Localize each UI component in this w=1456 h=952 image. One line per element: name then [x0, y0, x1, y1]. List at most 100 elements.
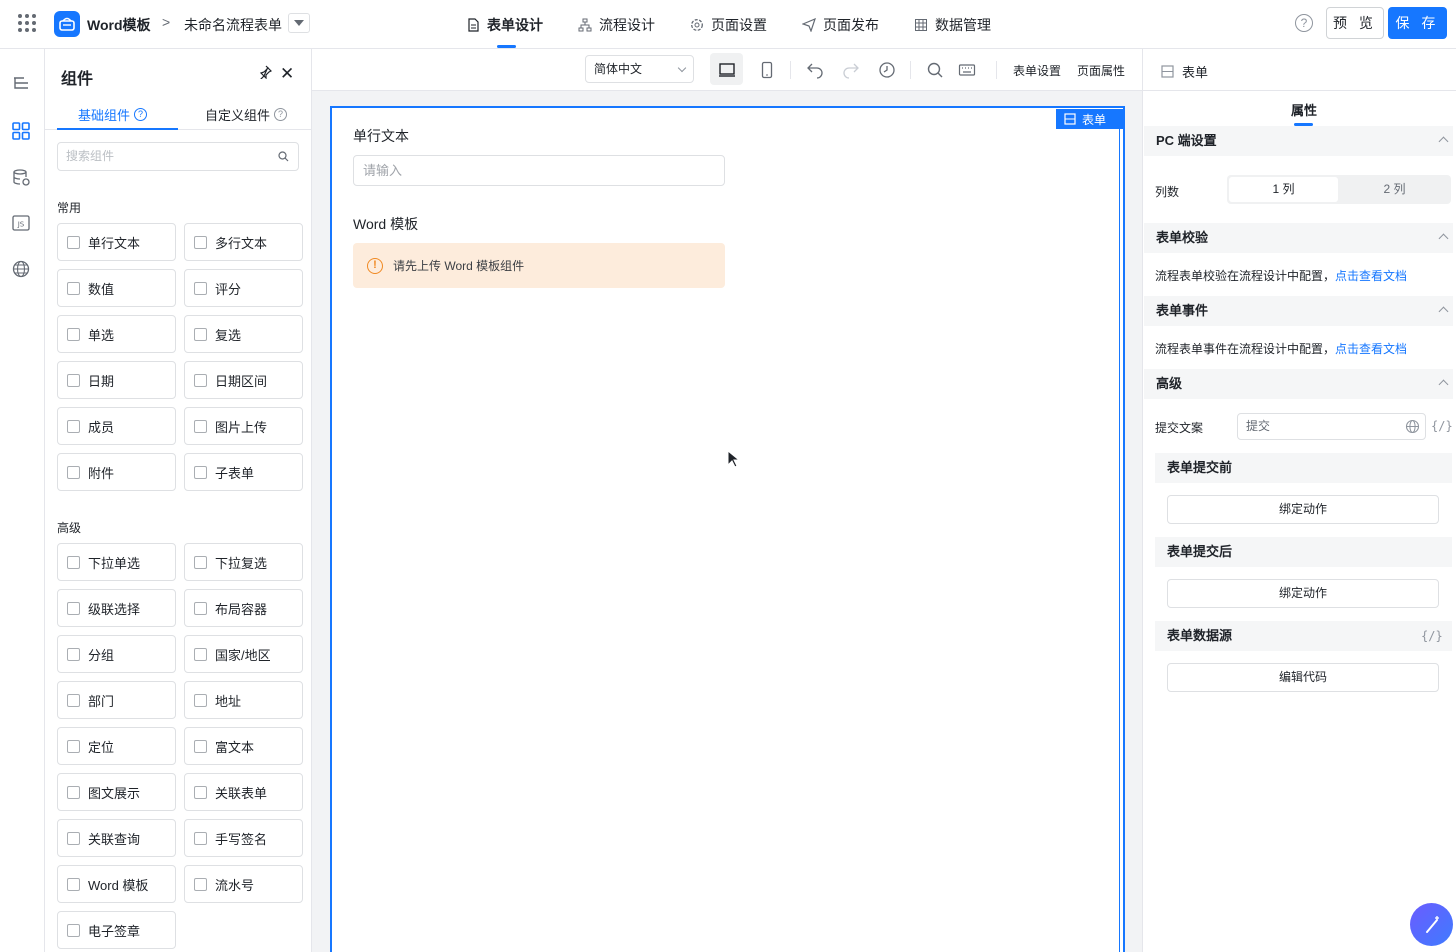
component-item[interactable]: 下拉复选 — [184, 543, 303, 581]
tab-data-management[interactable]: 数据管理 — [914, 15, 991, 35]
column-1-option[interactable]: 1 列 — [1229, 177, 1338, 202]
tab-page-settings[interactable]: 页面设置 — [690, 15, 767, 35]
tab-basic-components[interactable]: 基础组件? — [78, 105, 148, 124]
globe-icon[interactable] — [11, 259, 31, 279]
single-text-input[interactable]: 请输入 — [353, 155, 725, 186]
component-item[interactable]: 下拉单选 — [57, 543, 176, 581]
component-item[interactable]: 图片上传 — [184, 407, 303, 445]
submit-text-value: 提交 — [1246, 419, 1271, 433]
code-binding-icon[interactable]: {/} — [1431, 419, 1453, 433]
save-button[interactable]: 保 存 — [1388, 7, 1447, 39]
section-advanced[interactable]: 高级 — [1144, 369, 1453, 399]
outline-tree-icon[interactable] — [11, 74, 31, 94]
component-label: 流水号 — [215, 877, 255, 893]
section-form-validation[interactable]: 表单校验 — [1144, 223, 1453, 253]
component-item[interactable]: Word 模板 — [57, 865, 176, 903]
component-label: 单行文本 — [88, 235, 141, 251]
form-dropdown-button[interactable] — [288, 13, 310, 33]
bind-action-before-button[interactable]: 绑定动作 — [1167, 495, 1439, 524]
redo-icon[interactable] — [842, 61, 860, 79]
header-label: 表单 — [1182, 65, 1209, 80]
component-icon — [67, 785, 80, 799]
component-item[interactable]: 子表单 — [184, 453, 303, 491]
table-icon — [915, 19, 927, 31]
tab-form-design[interactable]: 表单设计 — [466, 15, 543, 35]
globe-icon[interactable] — [1405, 419, 1420, 434]
js-icon[interactable]: JS — [11, 213, 31, 233]
component-item[interactable]: 手写签名 — [184, 819, 303, 857]
component-item[interactable]: 日期区间 — [184, 361, 303, 399]
help-icon: ? — [134, 108, 148, 121]
tab-custom-components[interactable]: 自定义组件? — [205, 105, 288, 124]
component-item[interactable]: 成员 — [57, 407, 176, 445]
form-settings-button[interactable]: 表单设置 — [1013, 62, 1061, 79]
badge-label: 表单 — [1082, 112, 1107, 127]
component-item[interactable]: 分组 — [57, 635, 176, 673]
bind-action-after-button[interactable]: 绑定动作 — [1167, 579, 1439, 608]
component-item[interactable]: 定位 — [57, 727, 176, 765]
validation-doc-link[interactable]: 点击查看文档 — [1335, 269, 1407, 283]
close-icon[interactable]: ✕ — [280, 64, 294, 84]
form-canvas[interactable] — [330, 106, 1125, 952]
word-template-warning[interactable]: ! 请先上传 Word 模板组件 — [353, 243, 725, 288]
before-submit-header: 表单提交前 — [1155, 453, 1452, 483]
language-select[interactable]: 简体中文 — [585, 55, 694, 83]
submit-text-input[interactable]: 提交 — [1237, 413, 1426, 440]
app-grid-icon[interactable] — [18, 14, 36, 32]
tab-process-design[interactable]: 流程设计 — [578, 15, 655, 35]
component-item[interactable]: 日期 — [57, 361, 176, 399]
app-title[interactable]: Word模板 — [87, 15, 151, 35]
mobile-icon[interactable] — [758, 61, 776, 79]
component-item[interactable]: 部门 — [57, 681, 176, 719]
history-icon[interactable] — [878, 61, 896, 79]
form-selection-badge: 表单 — [1056, 109, 1123, 129]
tab-properties[interactable]: 属性 — [1291, 100, 1317, 119]
section-pc-settings[interactable]: PC 端设置 — [1144, 126, 1453, 156]
component-item[interactable]: 关联查询 — [57, 819, 176, 857]
component-item[interactable]: 复选 — [184, 315, 303, 353]
edit-code-button[interactable]: 编辑代码 — [1167, 663, 1439, 692]
code-binding-icon[interactable]: {/} — [1421, 629, 1443, 643]
component-item[interactable]: 评分 — [184, 269, 303, 307]
component-item[interactable]: 单选 — [57, 315, 176, 353]
page-properties-button[interactable]: 页面属性 — [1077, 62, 1125, 79]
pin-icon[interactable] — [258, 65, 272, 79]
undo-icon[interactable] — [806, 61, 824, 79]
component-item[interactable]: 流水号 — [184, 865, 303, 903]
component-label: 单选 — [88, 327, 115, 343]
data-source-icon[interactable] — [11, 168, 31, 188]
component-label: 图文展示 — [88, 785, 141, 801]
component-item[interactable]: 多行文本 — [184, 223, 303, 261]
ai-assistant-button[interactable] — [1410, 903, 1453, 946]
component-item[interactable]: 关联表单 — [184, 773, 303, 811]
components-icon[interactable] — [11, 121, 31, 141]
preview-button[interactable]: 预 览 — [1326, 7, 1384, 39]
component-item[interactable]: 单行文本 — [57, 223, 176, 261]
breadcrumb-chevron-icon: > — [162, 14, 171, 30]
component-item[interactable]: 附件 — [57, 453, 176, 491]
tab-label: 页面发布 — [823, 17, 879, 33]
keyboard-icon[interactable] — [958, 61, 976, 79]
component-item[interactable]: 地址 — [184, 681, 303, 719]
component-item[interactable]: 级联选择 — [57, 589, 176, 627]
component-icon — [194, 281, 207, 295]
component-item[interactable]: 国家/地区 — [184, 635, 303, 673]
component-icon — [67, 739, 80, 753]
search-icon — [278, 151, 289, 162]
component-item[interactable]: 布局容器 — [184, 589, 303, 627]
help-icon[interactable]: ? — [1295, 14, 1313, 32]
component-item[interactable]: 电子签章 — [57, 911, 176, 949]
search-icon[interactable] — [926, 61, 944, 79]
form-name[interactable]: 未命名流程表单 — [184, 15, 282, 35]
column-2-option[interactable]: 2 列 — [1340, 177, 1449, 202]
search-input[interactable]: 搜索组件 — [57, 142, 299, 171]
section-form-events[interactable]: 表单事件 — [1144, 296, 1453, 326]
component-item[interactable]: 数值 — [57, 269, 176, 307]
tab-page-publish[interactable]: 页面发布 — [802, 15, 879, 35]
properties-panel: 表单 属性 PC 端设置 列数 1 列 2 列 表单校验 流程表单校验在流程设计… — [1142, 49, 1456, 952]
component-item[interactable]: 富文本 — [184, 727, 303, 765]
component-item[interactable]: 图文展示 — [57, 773, 176, 811]
events-doc-link[interactable]: 点击查看文档 — [1335, 342, 1407, 356]
warning-text: 请先上传 Word 模板组件 — [393, 259, 525, 273]
properties-header: 表单 — [1161, 62, 1208, 81]
